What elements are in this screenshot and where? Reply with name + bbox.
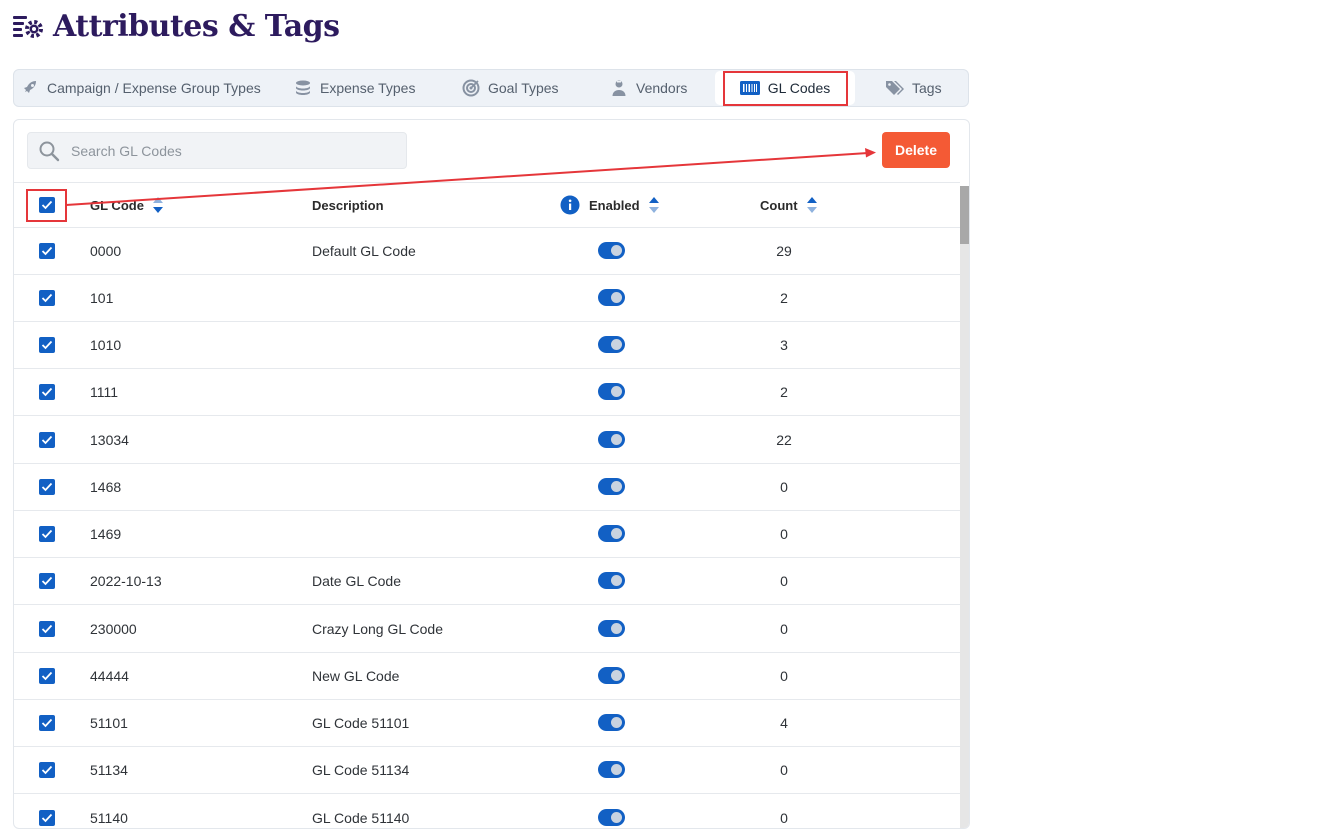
annotation-arrow-icon <box>65 148 876 206</box>
